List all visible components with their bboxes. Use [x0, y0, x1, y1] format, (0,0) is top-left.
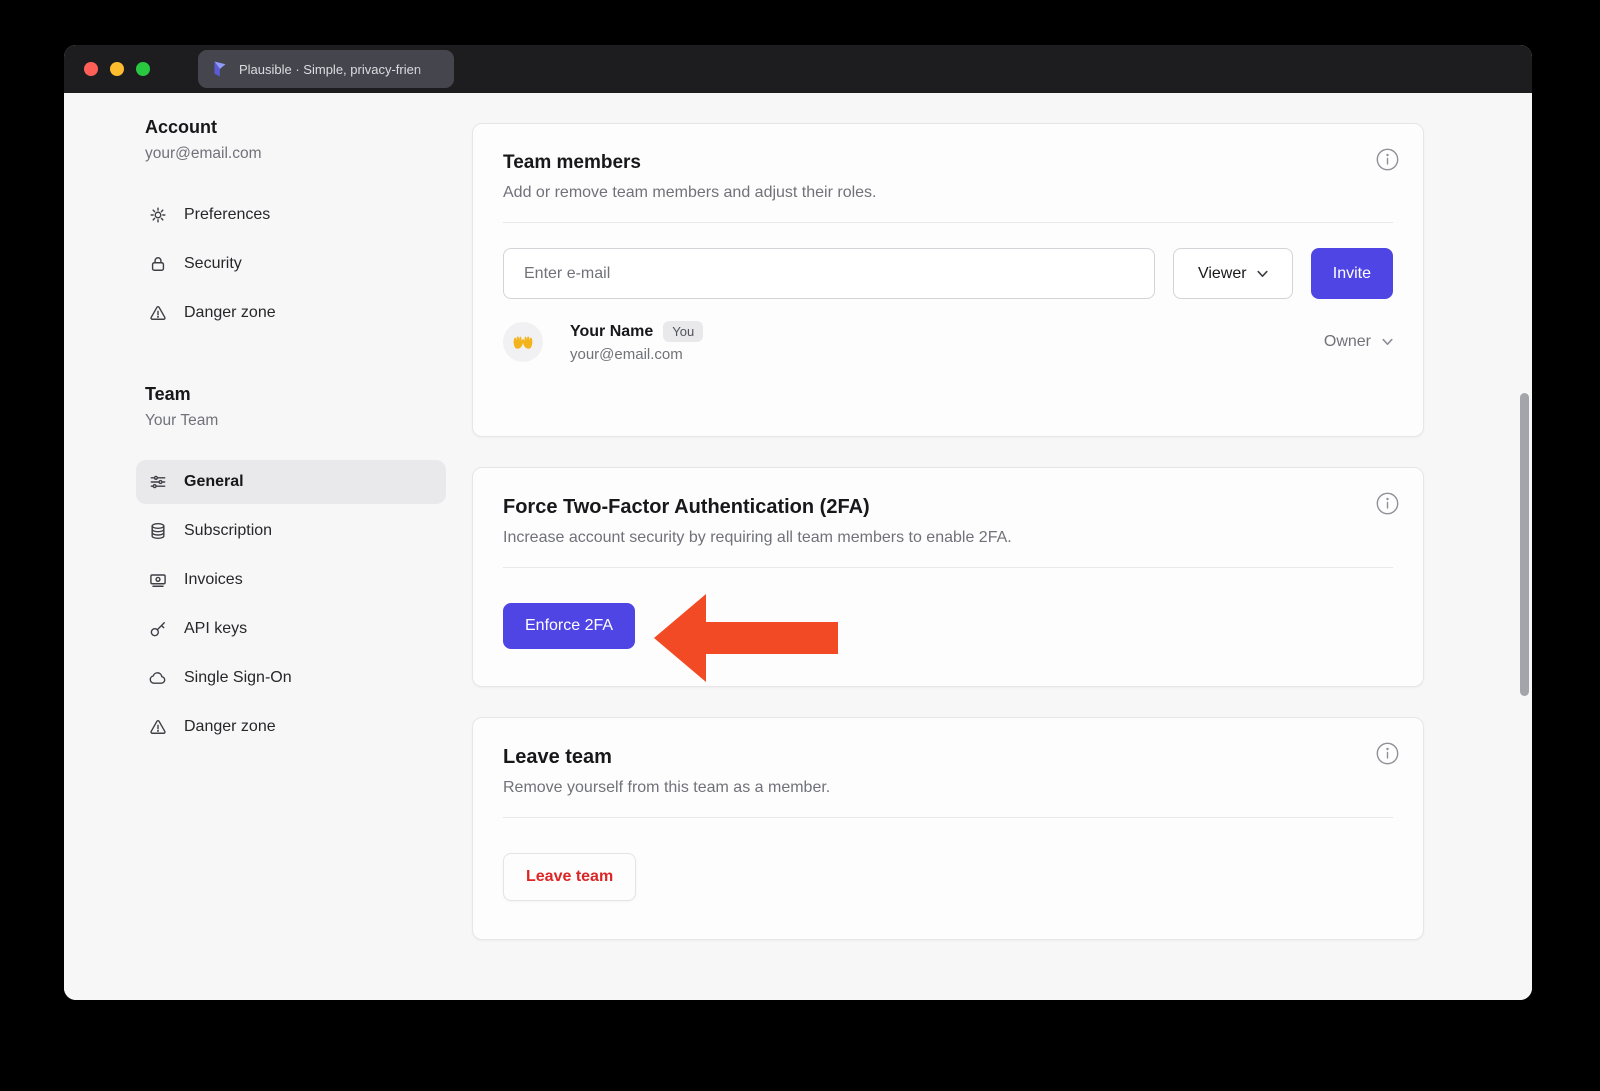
team-members-card: Team members Add or remove team members … [472, 123, 1424, 437]
sidebar-item-label: Preferences [184, 206, 270, 224]
invite-button[interactable]: Invite [1311, 248, 1393, 299]
sidebar-item-label: Danger zone [184, 718, 276, 736]
browser-tab[interactable]: Plausible · Simple, privacy-frien [198, 50, 454, 88]
annotation-arrow-icon [654, 592, 838, 684]
info-icon[interactable] [1376, 742, 1399, 765]
role-dropdown-value: Viewer [1198, 265, 1247, 283]
invite-email-input[interactable] [503, 248, 1155, 299]
role-dropdown[interactable]: Viewer [1173, 248, 1293, 299]
traffic-lights [84, 62, 150, 76]
member-role-value: Owner [1324, 333, 1371, 351]
settings-main: Team members Add or remove team members … [472, 123, 1424, 970]
database-icon [148, 521, 168, 541]
member-role-dropdown[interactable]: Owner [1324, 333, 1393, 351]
warning-icon [148, 303, 168, 323]
close-window-button[interactable] [84, 62, 98, 76]
member-info: Your Name You your@email.com [570, 321, 703, 363]
team-name-label: Your Team [145, 412, 446, 430]
sidebar-item-subscription[interactable]: Subscription [136, 509, 446, 553]
plausible-logo-icon [210, 59, 230, 79]
sidebar-item-preferences[interactable]: Preferences [136, 193, 446, 237]
key-icon [148, 619, 168, 639]
sidebar-item-single-sign-on[interactable]: Single Sign-On [136, 656, 446, 700]
info-icon[interactable] [1376, 148, 1399, 171]
zoom-window-button[interactable] [136, 62, 150, 76]
invite-row: Viewer Invite [503, 248, 1393, 299]
force-2fa-card: Force Two-Factor Authentication (2FA) In… [472, 467, 1424, 687]
card-title: Team members [503, 152, 1393, 174]
team-section-heading: Team [145, 384, 446, 405]
account-email-label: your@email.com [145, 145, 446, 163]
sidebar-item-general[interactable]: General [136, 460, 446, 504]
tab-title-fade [414, 50, 454, 88]
minimize-window-button[interactable] [110, 62, 124, 76]
sidebar-spacer [136, 340, 446, 384]
member-email: your@email.com [570, 346, 703, 363]
sidebar-item-label: General [184, 473, 244, 491]
avatar [503, 322, 543, 362]
chevron-down-icon [1382, 338, 1393, 346]
card-divider [503, 222, 1393, 223]
info-icon[interactable] [1376, 492, 1399, 515]
card-description: Add or remove team members and adjust th… [503, 184, 1393, 202]
sidebar-item-invoices[interactable]: Invoices [136, 558, 446, 602]
open-hands-icon [510, 329, 536, 355]
sidebar-item-label: Invoices [184, 571, 243, 589]
banknote-icon [148, 570, 168, 590]
member-name: Your Name [570, 323, 653, 341]
team-member-row: Your Name You your@email.com Owner [503, 321, 1393, 363]
leave-team-button[interactable]: Leave team [503, 853, 636, 901]
card-title: Force Two-Factor Authentication (2FA) [503, 496, 1393, 519]
adjustments-icon [148, 472, 168, 492]
cloud-icon [148, 668, 168, 688]
sidebar-item-danger-zone-account[interactable]: Danger zone [136, 291, 446, 335]
chevron-down-icon [1257, 270, 1268, 278]
card-description: Increase account security by requiring a… [503, 529, 1393, 547]
sidebar-item-api-keys[interactable]: API keys [136, 607, 446, 651]
sidebar-item-label: Subscription [184, 522, 272, 540]
card-description: Remove yourself from this team as a memb… [503, 779, 1393, 797]
leave-team-card: Leave team Remove yourself from this tea… [472, 717, 1424, 940]
settings-sidebar: Account your@email.com Preferences [136, 117, 446, 754]
sidebar-item-label: API keys [184, 620, 247, 638]
warning-icon [148, 717, 168, 737]
sidebar-item-label: Danger zone [184, 304, 276, 322]
sidebar-item-security[interactable]: Security [136, 242, 446, 286]
card-divider [503, 817, 1393, 818]
sidebar-item-label: Security [184, 255, 242, 273]
you-badge: You [663, 321, 703, 342]
scrollbar-thumb[interactable] [1520, 393, 1529, 696]
sidebar-item-danger-zone-team[interactable]: Danger zone [136, 705, 446, 749]
browser-window: Plausible · Simple, privacy-frien Accoun… [64, 45, 1532, 1000]
card-divider [503, 567, 1393, 568]
titlebar: Plausible · Simple, privacy-frien [64, 45, 1532, 93]
card-title: Leave team [503, 746, 1393, 769]
lock-icon [148, 254, 168, 274]
account-section-heading: Account [145, 117, 446, 138]
enforce-2fa-button[interactable]: Enforce 2FA [503, 603, 635, 649]
sidebar-item-label: Single Sign-On [184, 669, 292, 687]
settings-page: Account your@email.com Preferences [64, 93, 1532, 1000]
gear-icon [148, 205, 168, 225]
tab-title: Plausible · Simple, privacy-frien [239, 62, 421, 77]
